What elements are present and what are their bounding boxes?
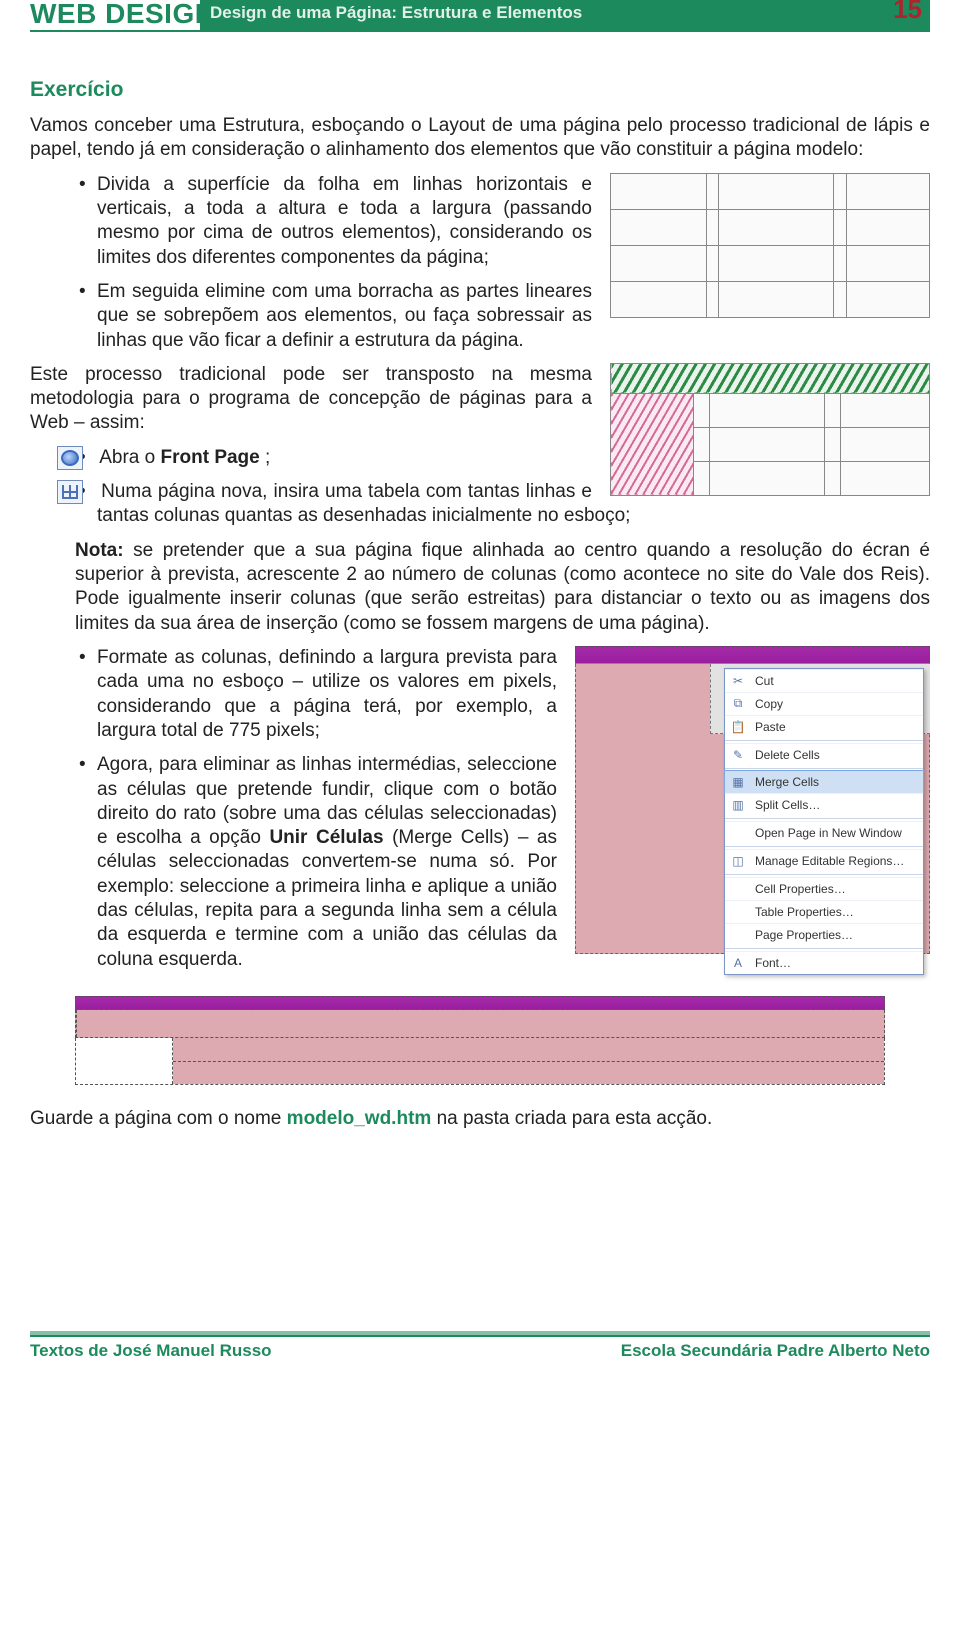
save-paragraph: Guarde a página com o nome modelo_wd.htm… <box>30 1107 930 1131</box>
save-post: na pasta criada para esta acção. <box>431 1108 712 1129</box>
header-rule <box>30 30 930 32</box>
figure4-right-cell <box>173 1038 884 1084</box>
footer-rule <box>30 1331 930 1337</box>
bullet-insert-table: Numa página nova, insira uma tabela com … <box>75 480 930 529</box>
figure4-row-split <box>75 1038 885 1085</box>
bullet-format-columns: Formate as colunas, definindo a largura … <box>75 646 930 743</box>
bullet-open-frontpage: Abra o Front Page ; <box>75 446 930 470</box>
figure4-left-cell <box>76 1038 173 1084</box>
figure-grid-hatched <box>610 363 930 496</box>
text-open-frontpage-pre: Abra o <box>99 447 160 468</box>
text-frontpage-name: Front Page <box>161 447 260 468</box>
save-pre: Guarde a página com o nome <box>30 1108 287 1129</box>
page-number: 15 <box>893 0 922 25</box>
section-heading: Exercício <box>30 78 930 102</box>
frontpage-globe-icon <box>57 446 83 470</box>
nota-text: se pretender que a sua página fique alin… <box>75 540 930 634</box>
bullet-erase-lines: Em seguida elimine com uma borracha as p… <box>75 280 930 353</box>
text-merge-post: (Merge Cells) – as células seleccionadas… <box>97 827 557 970</box>
intro-paragraph: Vamos conceber uma Estrutura, esboçando … <box>30 114 930 163</box>
figure4-inner-divider <box>173 1061 884 1062</box>
bullet-merge-cells: Agora, para eliminar as linhas intermédi… <box>75 753 930 972</box>
save-filename: modelo_wd.htm <box>287 1108 432 1129</box>
nota-paragraph: Nota: se pretender que a sua página fiqu… <box>75 539 930 636</box>
bullet-divide-surface: Divida a superfície da folha em linhas h… <box>75 173 930 270</box>
figure4-row-header <box>75 996 885 1010</box>
footer-school: Escola Secundária Padre Alberto Neto <box>621 1341 930 1361</box>
grid-hatched-table <box>610 363 930 496</box>
text-open-frontpage-post: ; <box>260 447 271 468</box>
text-insert-table: Numa página nova, insira uma tabela com … <box>97 481 630 526</box>
insert-table-icon <box>57 480 83 504</box>
footer-author: Textos de José Manuel Russo <box>30 1341 272 1361</box>
figure4-row-merged <box>75 1010 885 1038</box>
chapter-title: Design de uma Página: Estrutura e Elemen… <box>210 3 582 23</box>
figure-merged-result <box>75 996 885 1085</box>
page-header: WEB DESIGN Design de uma Página: Estrutu… <box>0 0 960 38</box>
site-title: WEB DESIGN <box>30 0 215 30</box>
page-footer: Textos de José Manuel Russo Escola Secun… <box>0 1331 960 1361</box>
nota-label: Nota: <box>75 540 124 561</box>
text-merge-bold: Unir Células <box>269 827 383 848</box>
